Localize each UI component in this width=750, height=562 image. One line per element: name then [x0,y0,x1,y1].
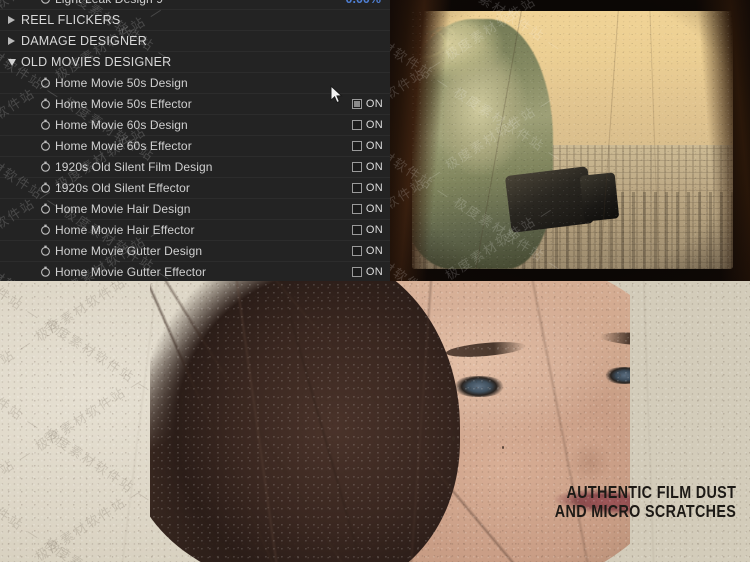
nose [562,431,618,483]
effect-value[interactable]: 0.00% [346,0,381,9]
caption-text: AUTHENTIC FILM DUST AND MICRO SCRATCHES [554,482,736,521]
vintage-film-frame-preview: 极度素材软件站 — 极度素材软件站 — 极度素材软件站 — 极度素材软件站 — … [390,0,750,281]
group-label: DAMAGE DESIGNER [21,34,147,48]
effect-label: Home Movie 60s Design [55,118,188,132]
stopwatch-icon[interactable] [40,161,51,172]
toggle-group[interactable]: ON [351,220,383,240]
toggle-label: ON [365,245,383,257]
table-row[interactable]: Home Movie Gutter Design ON [0,241,390,262]
toggle-group[interactable]: ON [351,262,383,281]
table-row[interactable]: Home Movie 60s Effector ON [0,136,390,157]
enable-checkbox[interactable] [351,246,362,256]
enable-checkbox[interactable] [351,225,362,235]
triangle-down-icon[interactable] [8,59,16,66]
stopwatch-icon[interactable] [40,203,51,214]
effect-label: 1920s Old Silent Effector [55,181,191,195]
table-row[interactable]: Home Movie 60s Design ON [0,115,390,136]
stopwatch-icon[interactable] [40,119,51,130]
dust-speck [502,446,504,449]
toggle-label: ON [365,266,383,278]
film-dust-portrait: AUTHENTIC FILM DUST AND MICRO SCRATCHES … [0,281,750,562]
triangle-right-icon[interactable] [8,37,15,45]
triangle-right-icon[interactable] [8,16,15,24]
group-label: REEL FLICKERS [21,13,121,27]
table-row[interactable]: 1920s Old Silent Effector ON [0,178,390,199]
woman-figure [412,18,554,269]
toggle-group[interactable]: ON [351,157,383,177]
effect-label: Home Movie Gutter Effector [55,265,207,279]
film-frame-image [412,11,733,269]
enable-checkbox[interactable] [351,99,362,109]
effect-group-old-movies-designer[interactable]: OLD MOVIES DESIGNER [0,52,390,73]
table-row[interactable]: 1920s Old Silent Film Design ON [0,157,390,178]
table-row[interactable]: Home Movie Hair Effector ON [0,220,390,241]
enable-checkbox[interactable] [351,162,362,172]
effect-label: Home Movie 50s Design [55,76,188,90]
effect-group-reel-flickers[interactable]: REEL FLICKERS [0,10,390,31]
toggle-group[interactable]: ON [351,94,383,114]
hair-strands [150,281,530,562]
enable-checkbox[interactable] [351,120,362,130]
effect-label: Home Movie Hair Effector [55,223,195,237]
group-label: OLD MOVIES DESIGNER [21,55,172,69]
toggle-label: ON [365,161,383,173]
effect-label: Home Movie Gutter Design [55,244,203,258]
toggle-label: ON [365,119,383,131]
stopwatch-icon[interactable] [40,0,51,4]
eye-left [450,376,508,397]
effect-label: Home Movie 60s Effector [55,139,192,153]
effects-control-panel[interactable]: Light Leak Design 9 0.00% REEL FLICKERS … [0,0,390,281]
toggle-label: ON [365,140,383,152]
effect-group-damage-designer[interactable]: DAMAGE DESIGNER [0,31,390,52]
camera-lens [579,171,620,222]
effect-row-partial[interactable]: Light Leak Design 9 0.00% [0,0,390,10]
screenshot-root: Light Leak Design 9 0.00% REEL FLICKERS … [0,0,750,562]
table-row[interactable]: Home Movie Gutter Effector ON [0,262,390,281]
mouse-pointer-icon [330,84,344,105]
toggle-group[interactable]: ON [351,115,383,135]
enable-checkbox[interactable] [351,267,362,277]
toggle-group[interactable]: ON [351,199,383,219]
toggle-group[interactable]: ON [351,178,383,198]
enable-checkbox[interactable] [351,204,362,214]
stopwatch-icon[interactable] [40,98,51,109]
toggle-label: ON [365,224,383,236]
enable-checkbox[interactable] [351,183,362,193]
stopwatch-icon[interactable] [40,224,51,235]
stopwatch-icon[interactable] [40,140,51,151]
toggle-label: ON [365,98,383,110]
enable-checkbox[interactable] [351,141,362,151]
toggle-label: ON [365,203,383,215]
effect-label: Home Movie Hair Design [55,202,191,216]
stopwatch-icon[interactable] [40,266,51,277]
effect-label: 1920s Old Silent Film Design [55,160,213,174]
table-row[interactable]: Home Movie Hair Design ON [0,199,390,220]
stopwatch-icon[interactable] [40,77,51,88]
toggle-label: ON [365,182,383,194]
dust-speck [452,436,455,441]
stopwatch-icon[interactable] [40,182,51,193]
effects-list: Light Leak Design 9 0.00% REEL FLICKERS … [0,0,390,281]
stopwatch-icon[interactable] [40,245,51,256]
effect-label: Home Movie 50s Effector [55,97,192,111]
toggle-group[interactable]: ON [351,136,383,156]
toggle-group[interactable]: ON [351,241,383,261]
effect-label: Light Leak Design 9 [55,0,163,9]
